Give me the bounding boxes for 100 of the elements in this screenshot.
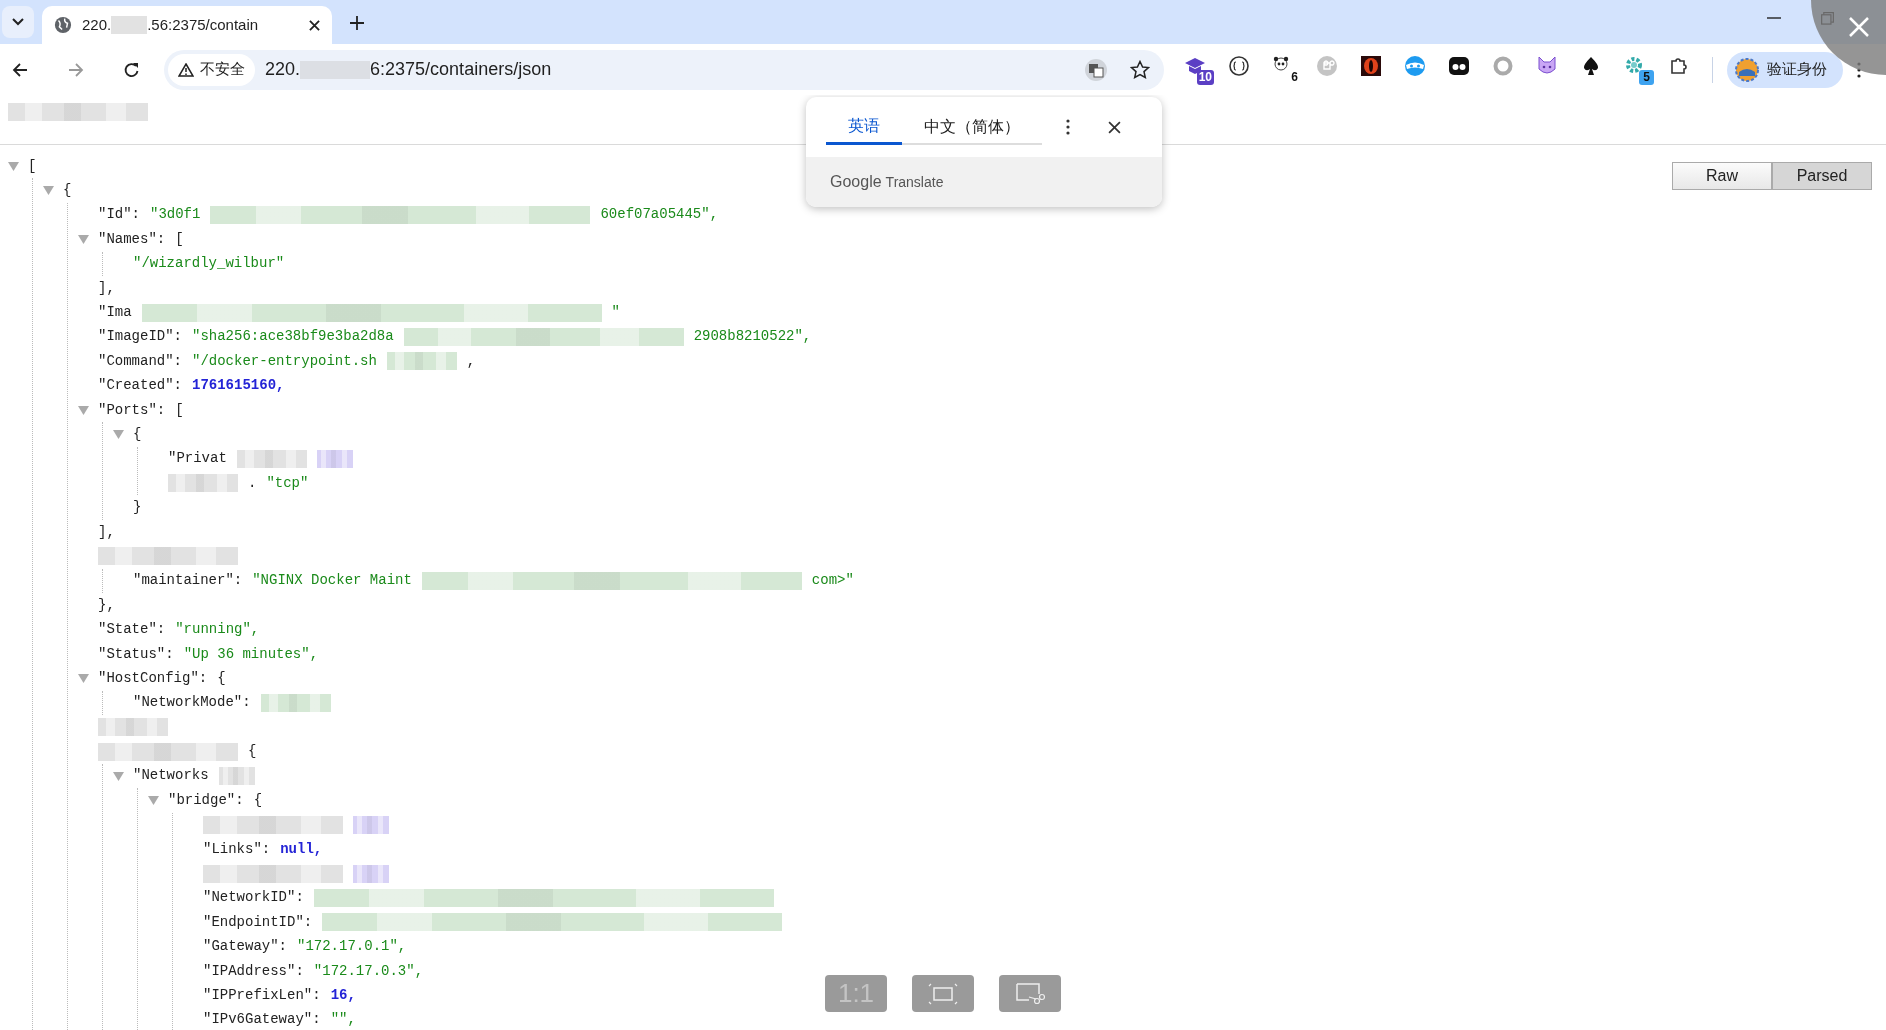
json-key: "Ima [98, 302, 132, 324]
json-key: "NetworkID": [203, 887, 304, 909]
json-string: 2908b8210522", [693, 327, 812, 347]
json-key: "HostConfig": [98, 667, 208, 689]
json-bracket: } [133, 498, 142, 518]
ring-icon [1492, 54, 1514, 77]
json-bracket: , [466, 351, 476, 371]
json-number: 16, [330, 985, 356, 1005]
eye-icon [1360, 54, 1382, 77]
json-key: "Networks [133, 765, 209, 787]
json-key: "IPv6Gateway": [203, 1009, 321, 1030]
json-key: "Ports": [98, 399, 166, 421]
extension-button[interactable]: 5 [1624, 54, 1654, 85]
collapse-toggle[interactable] [43, 186, 54, 196]
avatar-icon [1735, 57, 1759, 82]
star-icon[interactable] [1130, 59, 1150, 80]
json-bracket: { [217, 668, 226, 688]
json-string: "172.17.0.3", [313, 961, 424, 981]
collapse-toggle[interactable] [113, 771, 124, 781]
forward-arrow-icon[interactable] [68, 61, 84, 78]
tab-title: .56:2375/contain [147, 14, 259, 35]
json-key: "NetworkMode": [133, 692, 251, 714]
collapse-toggle[interactable] [78, 235, 89, 245]
json-key: "ImageID": [98, 326, 182, 348]
json-string: "running", [175, 620, 260, 640]
pixelated-redaction [111, 16, 148, 34]
json-bracket: ], [98, 278, 115, 298]
translate-icon[interactable] [1084, 57, 1108, 82]
braces-icon [1228, 54, 1250, 77]
close-icon[interactable] [309, 19, 320, 31]
json-key: "State": [98, 619, 166, 641]
extension-badge: 5 [1639, 69, 1654, 85]
tab-search-button[interactable] [2, 6, 34, 38]
json-string: " [611, 303, 620, 323]
json-key: "Created": [98, 375, 182, 397]
json-bracket: { [63, 181, 72, 201]
view-toggle-button[interactable]: Raw [1672, 162, 1772, 190]
address-bar[interactable]: 不安全 220. 6:2375/containers/json [164, 49, 1164, 90]
scissors-screen-icon [1015, 981, 1045, 1006]
json-bracket: { [133, 425, 142, 444]
json-bracket: { [253, 790, 263, 810]
json-key: "Status": [98, 643, 174, 665]
json-key: "EndpointID": [203, 911, 313, 933]
new-tab-icon[interactable] [350, 16, 364, 30]
collapse-toggle[interactable] [148, 796, 159, 806]
collapse-toggle[interactable] [78, 674, 89, 684]
json-bracket: . [248, 473, 257, 493]
translate-label: Translate [885, 172, 944, 192]
browser-tab[interactable]: 220. .56:2375/contain [42, 6, 332, 44]
json-string: "/wizardly_wilbur" [133, 254, 285, 274]
url-text: 6:2375/containers/json [370, 58, 552, 81]
json-key: "IPAddress": [203, 960, 304, 982]
json-string: "sha256:ace38bf9e3ba2d8a [192, 327, 394, 347]
json-key: "Id": [98, 204, 140, 226]
json-bracket: ], [98, 522, 115, 542]
json-string: "NGINX Docker Maint [252, 571, 412, 591]
language-tab[interactable]: 中文（简体） [902, 109, 1042, 145]
extension-button[interactable]: 10 [1184, 54, 1214, 85]
close-icon[interactable] [1108, 120, 1121, 134]
security-chip[interactable]: 不安全 [168, 53, 255, 86]
json-key: "maintainer": [133, 570, 243, 592]
json-string: com>" [811, 571, 854, 591]
json-bracket: [ [175, 229, 184, 249]
url-text: 220. [265, 58, 301, 81]
extension-badge: 10 [1196, 69, 1214, 85]
collapse-toggle[interactable] [113, 430, 124, 440]
reload-icon[interactable] [124, 61, 140, 78]
json-string: "3d0f1 [150, 205, 201, 225]
chevron-down-icon [12, 18, 24, 26]
view-toggle-button[interactable]: Parsed [1772, 162, 1872, 190]
back-arrow-icon[interactable] [12, 61, 28, 78]
json-key: "IPPrefixLen": [203, 984, 321, 1006]
two-dots-icon [1448, 54, 1470, 77]
extension-button[interactable]: 6 [1272, 54, 1302, 85]
json-key: "bridge": [168, 789, 244, 811]
close-icon [1849, 17, 1869, 37]
tab-title: 220. [82, 14, 112, 35]
json-number: null, [280, 839, 323, 859]
collapse-toggle[interactable] [78, 405, 89, 415]
google-logo-text: Google [830, 172, 882, 192]
mask-icon [1404, 54, 1426, 77]
profile-button[interactable]: 验证身份 [1727, 51, 1843, 88]
json-key: "Gateway": [203, 936, 287, 958]
frame-icon [928, 982, 958, 1005]
json-string: 60ef07a05445", [600, 205, 719, 225]
json-bracket: [ [175, 400, 184, 420]
language-tab[interactable]: 英语 [826, 109, 902, 145]
json-string: "Up 36 minutes", [183, 644, 319, 664]
warning-icon [178, 62, 194, 77]
more-options-icon[interactable] [1066, 119, 1070, 135]
collapse-toggle[interactable] [8, 162, 19, 171]
cat-icon [1536, 54, 1558, 77]
json-bracket: [ [28, 156, 37, 176]
globe-icon [54, 16, 72, 34]
json-bracket: }, [98, 595, 115, 615]
json-number: 1761615160, [192, 376, 285, 396]
json-string: "tcp" [266, 473, 309, 493]
json-string: "/docker-entrypoint.sh [192, 351, 377, 371]
json-bracket: { [248, 742, 257, 762]
json-key: "Names": [98, 228, 166, 250]
